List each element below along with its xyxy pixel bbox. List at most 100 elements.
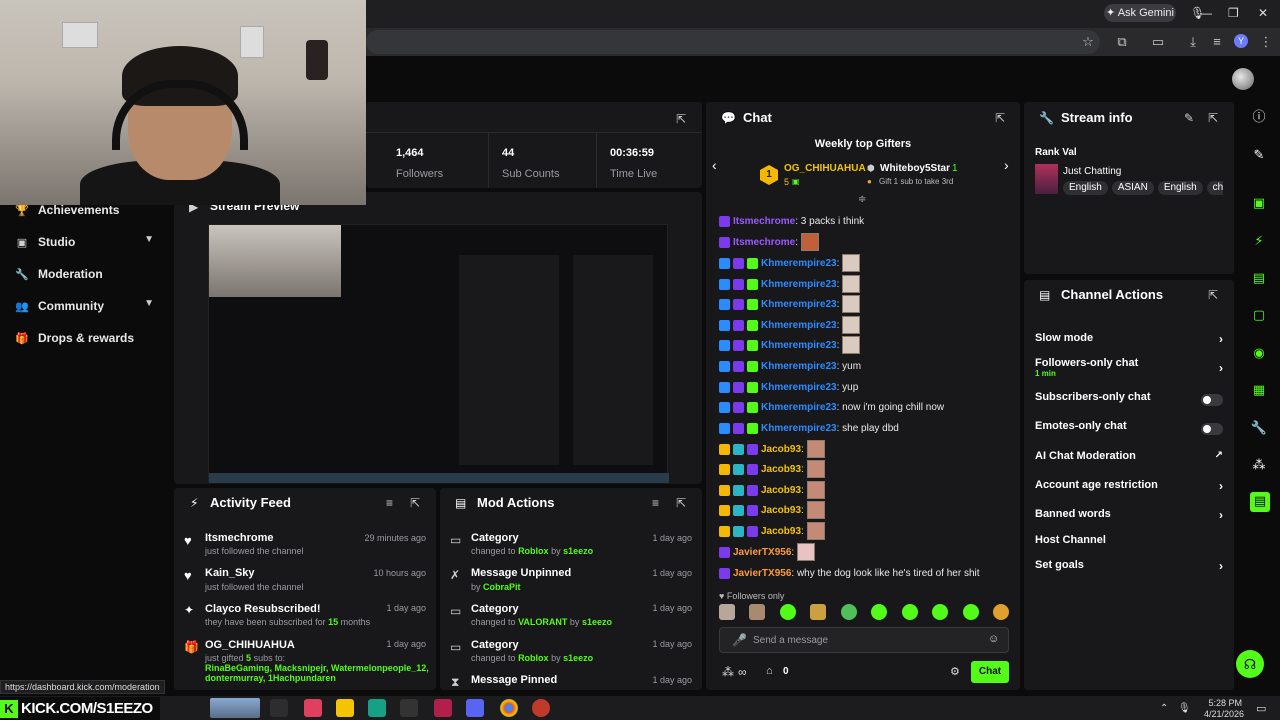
chat-username[interactable]: Khmerempire23 bbox=[761, 340, 837, 351]
next-arrow-icon[interactable]: › bbox=[1004, 157, 1009, 173]
chat-username[interactable]: Khmerempire23 bbox=[761, 279, 837, 290]
emote-button[interactable] bbox=[810, 604, 827, 620]
discord-app-icon[interactable] bbox=[466, 699, 484, 717]
chat-username[interactable]: Jacob93 bbox=[761, 444, 801, 455]
minimize-button[interactable]: — bbox=[1200, 6, 1212, 20]
chat-username[interactable]: Itsmechrome bbox=[733, 216, 795, 227]
browser-menu-icon[interactable]: ⋮ bbox=[1258, 34, 1274, 50]
pencil-icon[interactable]: ✎ bbox=[1250, 146, 1268, 164]
host-channel-row[interactable]: Host Channel bbox=[1035, 534, 1225, 552]
emote-button[interactable] bbox=[871, 604, 888, 620]
chat-username[interactable]: JavierTX956 bbox=[733, 547, 791, 558]
document-icon[interactable]: ▤ bbox=[1250, 269, 1268, 287]
chat-username[interactable]: Khmerempire23 bbox=[761, 258, 837, 269]
popout-icon[interactable]: ⇱ bbox=[410, 496, 420, 510]
tag-chip[interactable]: chil bbox=[1206, 181, 1223, 195]
popout-icon[interactable]: ⇱ bbox=[995, 111, 1005, 125]
prev-arrow-icon[interactable]: ‹ bbox=[712, 157, 717, 173]
emote-button[interactable] bbox=[962, 604, 979, 620]
file-explorer-icon[interactable] bbox=[336, 699, 354, 717]
sidebar-item-moderation[interactable]: 🔧 Moderation bbox=[14, 262, 164, 286]
reading-list-icon[interactable]: ≡ bbox=[1209, 34, 1225, 50]
tag-chip[interactable]: ASIAN bbox=[1111, 181, 1154, 195]
profile-icon[interactable]: Y bbox=[1234, 34, 1248, 48]
sidebar-item-community[interactable]: 👥 Community ▼ bbox=[14, 294, 164, 318]
obs-app-icon[interactable] bbox=[532, 699, 550, 717]
lightning-icon[interactable]: ⚡ bbox=[1250, 232, 1268, 250]
emote-button[interactable] bbox=[901, 604, 918, 620]
emote-button[interactable] bbox=[749, 604, 766, 620]
close-window-button[interactable]: ✕ bbox=[1258, 6, 1268, 20]
notification-icon[interactable]: ▭ bbox=[1256, 702, 1266, 715]
camera-icon[interactable]: ▣ bbox=[1250, 194, 1268, 212]
emote-button[interactable] bbox=[779, 604, 796, 620]
music-app-icon[interactable] bbox=[304, 699, 322, 717]
emote-button[interactable] bbox=[992, 604, 1009, 620]
clapper-icon[interactable]: ▤ bbox=[1250, 492, 1270, 512]
emote-button[interactable] bbox=[719, 604, 735, 620]
chat-username[interactable]: Jacob93 bbox=[761, 485, 801, 496]
slow-mode-row[interactable]: Slow mode › bbox=[1035, 332, 1225, 350]
points-icon[interactable]: ⁂ bbox=[1250, 456, 1268, 474]
chat-icon[interactable]: ▢ bbox=[1250, 306, 1268, 324]
store-app-icon[interactable] bbox=[368, 699, 386, 717]
chat-username[interactable]: Jacob93 bbox=[761, 526, 801, 537]
filter-icon[interactable]: ≡ bbox=[386, 496, 393, 510]
gear-icon[interactable]: ⚙ bbox=[950, 665, 960, 678]
download-icon[interactable]: ⤓ bbox=[1185, 34, 1201, 50]
mic-tray-icon[interactable]: 🎙 bbox=[1178, 703, 1191, 714]
popout-icon[interactable]: ⇱ bbox=[676, 112, 686, 126]
emotes-only-toggle[interactable] bbox=[1201, 423, 1223, 435]
edit-icon[interactable]: ✎ bbox=[1184, 111, 1194, 125]
sidebar-item-drops-rewards[interactable]: 🎁 Drops & rewards bbox=[14, 326, 164, 350]
maximize-button[interactable]: ❐ bbox=[1228, 6, 1239, 20]
gift-icon[interactable]: ⌂ bbox=[766, 665, 773, 677]
support-headset-button[interactable]: ☊ bbox=[1236, 650, 1264, 678]
emote-button[interactable] bbox=[840, 604, 857, 620]
filter-icon[interactable]: ≡ bbox=[652, 496, 659, 510]
chat-username[interactable]: Itsmechrome bbox=[733, 237, 795, 248]
ai-moderation-row[interactable]: AI Chat Moderation ↗ bbox=[1035, 450, 1225, 468]
chat-username[interactable]: Khmerempire23 bbox=[761, 423, 837, 434]
stream-preview-video[interactable] bbox=[208, 224, 669, 483]
chrome-app-icon[interactable] bbox=[500, 699, 518, 717]
tray-arrow-icon[interactable]: ⌃ bbox=[1160, 703, 1168, 714]
chat-username[interactable]: Khmerempire23 bbox=[761, 402, 837, 413]
task-view-icon[interactable] bbox=[270, 699, 288, 717]
chat-username[interactable]: Jacob93 bbox=[761, 464, 801, 475]
chat-username[interactable]: Jacob93 bbox=[761, 505, 801, 516]
broadcast-icon[interactable]: ◉ bbox=[1250, 344, 1268, 362]
tag-chip[interactable]: English bbox=[1063, 181, 1108, 195]
emoji-picker-icon[interactable]: ☺ bbox=[988, 633, 999, 645]
followers-only-row[interactable]: Followers-only chat 1 min › bbox=[1035, 357, 1225, 383]
sidebar-item-studio[interactable]: ▣ Studio ▼ bbox=[14, 230, 164, 254]
ask-gemini-button[interactable]: ✦ Ask Gemini bbox=[1104, 4, 1176, 22]
info-icon[interactable]: ⓘ bbox=[1250, 108, 1268, 126]
emote-button[interactable] bbox=[932, 604, 949, 620]
cast-icon[interactable]: ▭ bbox=[1150, 34, 1166, 50]
popout-icon[interactable]: ⇱ bbox=[1208, 111, 1218, 125]
set-goals-row[interactable]: Set goals › bbox=[1035, 559, 1225, 577]
chat-username[interactable]: JavierTX956 bbox=[733, 568, 791, 579]
extensions-icon[interactable]: ⧉ bbox=[1114, 34, 1130, 50]
points-icon[interactable]: ⁂ bbox=[722, 665, 734, 679]
emotes-only-row[interactable]: Emotes-only chat bbox=[1035, 420, 1225, 438]
chat-username[interactable]: Khmerempire23 bbox=[761, 382, 837, 393]
account-age-row[interactable]: Account age restriction › bbox=[1035, 479, 1225, 497]
weather-widget[interactable] bbox=[210, 698, 260, 718]
microphone-icon[interactable]: 🎤 bbox=[732, 633, 747, 647]
valorant-app-icon[interactable] bbox=[434, 699, 452, 717]
chat-input-box[interactable]: 🎤 Send a message ☺ bbox=[719, 627, 1009, 653]
popout-icon[interactable]: ⇱ bbox=[676, 496, 686, 510]
subscribers-only-toggle[interactable] bbox=[1201, 394, 1223, 406]
subscribers-only-row[interactable]: Subscribers-only chat bbox=[1035, 391, 1225, 409]
wrench-icon[interactable]: 🔧 bbox=[1250, 419, 1268, 437]
chat-username[interactable]: Khmerempire23 bbox=[761, 361, 837, 372]
star-icon[interactable]: ☆ bbox=[1080, 34, 1096, 50]
pinned-toggle-icon[interactable]: ≑ bbox=[858, 194, 866, 205]
user-avatar[interactable] bbox=[1232, 68, 1254, 90]
banned-words-row[interactable]: Banned words › bbox=[1035, 508, 1225, 526]
url-field[interactable] bbox=[366, 30, 1100, 54]
chat-username[interactable]: Khmerempire23 bbox=[761, 320, 837, 331]
popout-icon[interactable]: ⇱ bbox=[1208, 288, 1218, 302]
